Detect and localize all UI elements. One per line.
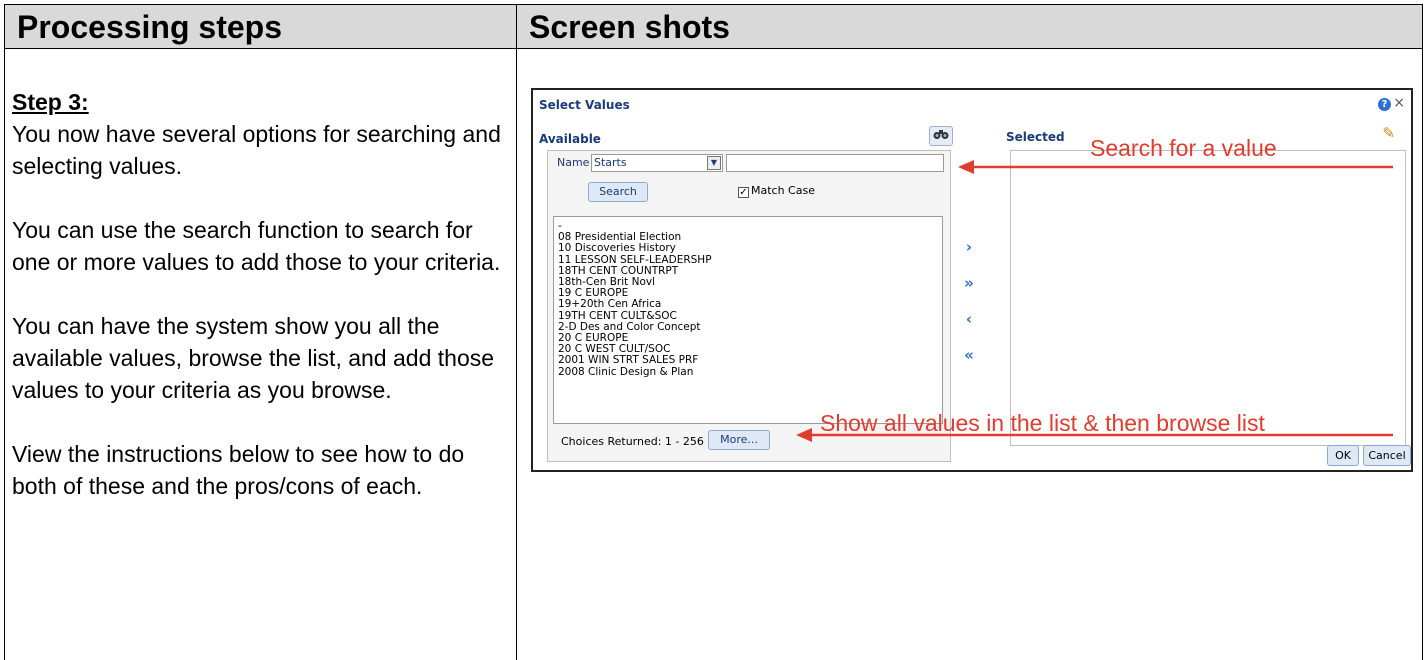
search-annotation-text: Search for a value xyxy=(1090,135,1277,161)
annotation-arrows xyxy=(796,160,1393,442)
show-all-annotation-text: Show all values in the list & then brows… xyxy=(820,410,1265,436)
search-annotation-arrow xyxy=(958,160,1393,174)
